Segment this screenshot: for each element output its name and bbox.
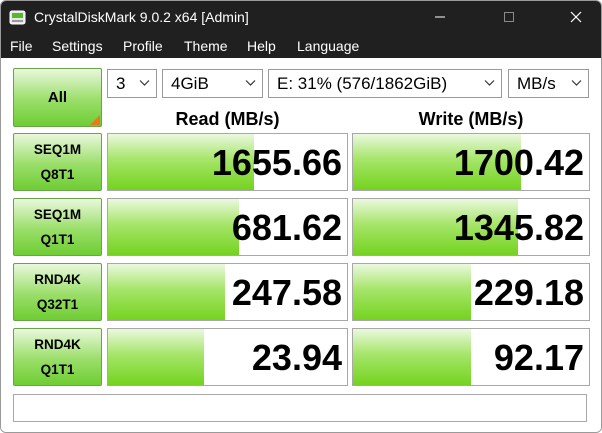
close-icon xyxy=(570,11,582,23)
write-column-header: Write (MB/s) xyxy=(418,109,524,129)
read-speed-value: 1655.66 xyxy=(211,142,342,183)
test-queue: Q32T1 xyxy=(36,297,79,312)
test-button-rnd4k-q1t1[interactable]: RND4K Q1T1 xyxy=(13,328,102,386)
write-result-cell: 1700.42 xyxy=(352,133,590,191)
write-speed-value: 92.17 xyxy=(493,337,584,378)
read-speed-value: 23.94 xyxy=(251,337,342,378)
unit-select[interactable]: MB/s xyxy=(508,69,589,98)
minimize-icon xyxy=(435,16,445,18)
corner-marker-icon xyxy=(90,115,100,125)
test-queue: Q1T1 xyxy=(40,232,75,247)
write-speed-bar xyxy=(353,264,471,320)
test-queue: Q8T1 xyxy=(40,167,75,182)
unit-value: MB/s xyxy=(517,74,556,93)
menu-bar: File Settings Profile Theme Help Languag… xyxy=(1,34,601,58)
read-result-cell: 247.58 xyxy=(107,263,348,321)
test-button-rnd4k-q32t1[interactable]: RND4K Q32T1 xyxy=(13,263,102,321)
menu-help[interactable]: Help xyxy=(247,38,276,54)
read-speed-bar xyxy=(108,264,226,320)
chevron-down-icon xyxy=(139,80,150,86)
write-speed-bar xyxy=(353,329,471,385)
write-result-cell: 1345.82 xyxy=(352,198,590,256)
menu-profile[interactable]: Profile xyxy=(123,38,163,54)
write-result-cell: 92.17 xyxy=(352,328,590,386)
chevron-down-icon xyxy=(571,80,582,86)
test-queue: Q1T1 xyxy=(40,362,75,377)
test-name: RND4K xyxy=(34,337,81,352)
test-count-select[interactable]: 3 xyxy=(107,69,157,98)
title-bar[interactable]: CrystalDiskMark 9.0.2 x64 [Admin] xyxy=(1,1,601,34)
menu-language[interactable]: Language xyxy=(297,38,359,54)
run-all-label: All xyxy=(47,89,68,106)
menu-file[interactable]: File xyxy=(10,38,33,54)
maximize-icon xyxy=(504,12,514,22)
test-size-value: 4GiB xyxy=(171,74,209,93)
read-column-header: Read (MB/s) xyxy=(175,109,280,129)
minimize-button[interactable] xyxy=(417,1,463,34)
test-button-seq1m-q1t1[interactable]: SEQ1M Q1T1 xyxy=(13,198,102,256)
drive-value: E: 31% (576/1862GiB) xyxy=(277,74,448,93)
maximize-button[interactable] xyxy=(486,1,532,34)
read-speed-bar xyxy=(108,329,204,385)
read-speed-value: 681.62 xyxy=(231,207,342,248)
test-name: SEQ1M xyxy=(33,207,82,222)
test-name: RND4K xyxy=(34,272,81,287)
write-speed-value: 1345.82 xyxy=(453,207,584,248)
chevron-down-icon xyxy=(484,80,495,86)
run-all-button[interactable]: All xyxy=(13,68,102,127)
write-speed-value: 1700.42 xyxy=(453,142,584,183)
read-result-cell: 681.62 xyxy=(107,198,348,256)
read-result-cell: 1655.66 xyxy=(107,133,348,191)
write-speed-value: 229.18 xyxy=(473,272,584,313)
menu-settings[interactable]: Settings xyxy=(52,38,103,54)
read-speed-bar xyxy=(108,199,240,255)
app-disk-icon xyxy=(9,10,26,25)
test-name: SEQ1M xyxy=(33,142,82,157)
window-title: CrystalDiskMark 9.0.2 x64 [Admin] xyxy=(34,9,249,25)
main-panel: All 3 4GiB E: 31% (576/1862GiB) MB/s Rea… xyxy=(1,58,601,432)
test-count-value: 3 xyxy=(116,74,126,93)
test-button-seq1m-q8t1[interactable]: SEQ1M Q8T1 xyxy=(13,133,102,191)
close-button[interactable] xyxy=(553,1,599,34)
read-speed-value: 247.58 xyxy=(231,272,342,313)
crystaldiskmark-window: CrystalDiskMark 9.0.2 x64 [Admin] File S… xyxy=(0,0,602,433)
menu-theme[interactable]: Theme xyxy=(184,38,228,54)
test-size-select[interactable]: 4GiB xyxy=(162,69,263,98)
write-result-cell: 229.18 xyxy=(352,263,590,321)
status-comment-field[interactable] xyxy=(13,394,587,422)
chevron-down-icon xyxy=(245,80,256,86)
drive-select[interactable]: E: 31% (576/1862GiB) xyxy=(268,69,502,98)
read-result-cell: 23.94 xyxy=(107,328,348,386)
